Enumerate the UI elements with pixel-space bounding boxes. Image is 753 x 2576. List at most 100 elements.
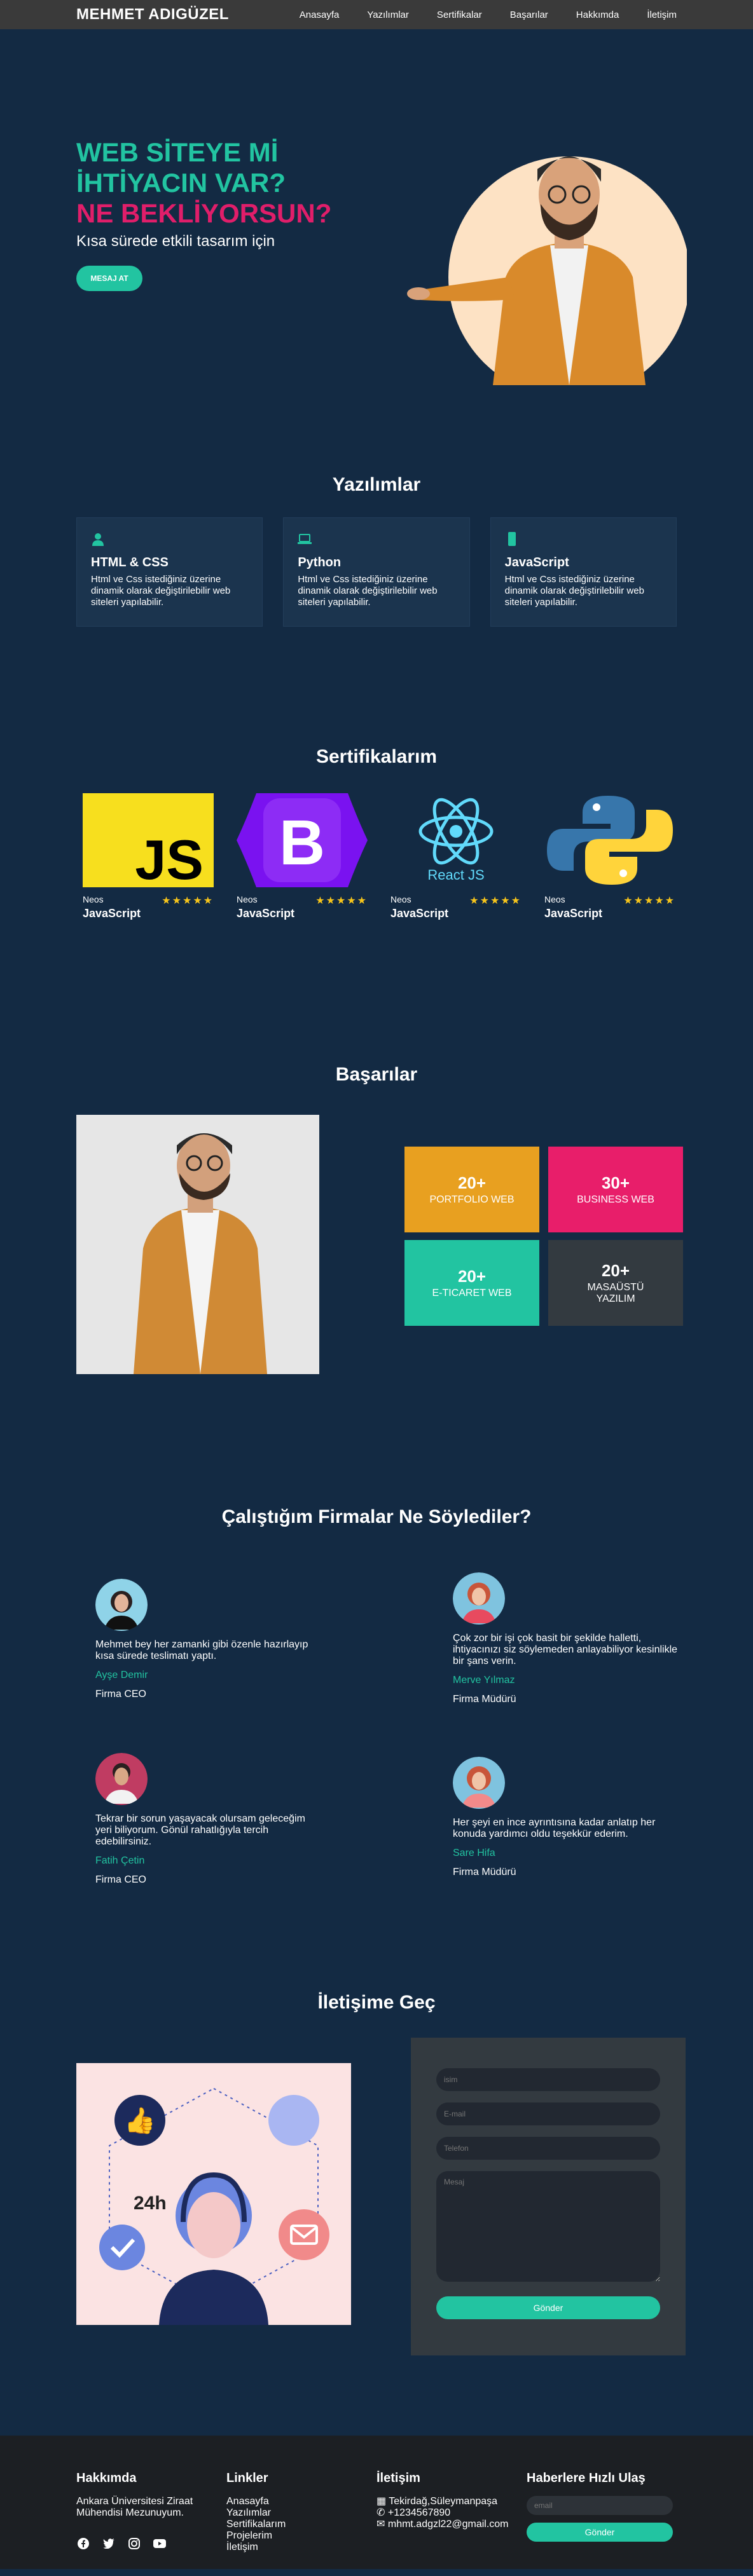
software-card-javascript[interactable]: JavaScript Html ve Css istediğiniz üzeri… (490, 517, 677, 627)
achievements-content: 20+ PORTFOLIO WEB 30+ BUSINESS WEB 20+ E… (0, 1115, 753, 1382)
achievement-desktop: 20+ MASAÜSTÜ YAZILIM (548, 1240, 683, 1326)
certificate-issuer: Neos (83, 894, 104, 904)
hero-headline-3: NE BEKLİYORSUN? (76, 198, 332, 228)
nav-link-hakkimda[interactable]: Hakkımda (576, 10, 619, 20)
testimonial-role: Firma Müdürü (453, 1694, 516, 1705)
rating-stars: ★★★★★ (162, 896, 214, 906)
hero-person-image (407, 156, 687, 385)
testimonials-title: Çalıştığım Firmalar Ne Söylediler? (221, 1506, 532, 1527)
nav-link-sertifikalar[interactable]: Sertifikalar (437, 10, 482, 20)
footer: Hakkımda Ankara Üniversitesi Ziraat Mühe… (0, 2436, 753, 2569)
testimonials-grid: Mehmet bey her zamanki gibi özenle hazır… (0, 1553, 753, 1909)
testimonial-card: Çok zor bir işi çok basit bir şekilde ha… (453, 1572, 682, 1705)
rating-stars: ★★★★★ (623, 896, 675, 906)
certificates-title: Sertifikalarım (315, 746, 438, 767)
footer-link-sertifikalarim[interactable]: Sertifikalarım (226, 2519, 376, 2530)
testimonial-role: Firma Müdürü (453, 1867, 516, 1877)
youtube-icon[interactable] (153, 2537, 167, 2551)
avatar (453, 1757, 505, 1809)
card-title: HTML & CSS (91, 555, 169, 569)
footer-phone: ✆ +1234567890 (376, 2507, 451, 2518)
newsletter-email-input[interactable] (527, 2496, 673, 2515)
footer-contact-title: İletişim (376, 2471, 420, 2485)
svg-text:B: B (279, 807, 325, 878)
testimonial-name: Sare Hifa (453, 1848, 495, 1858)
certificate-card[interactable]: React JS Neos ★★★★★ JavaScript (390, 793, 522, 920)
footer-newsletter-title: Haberlere Hızlı Ulaş (527, 2471, 646, 2485)
newsletter-send-button[interactable]: Gönder (527, 2523, 673, 2542)
footer-link-anasayfa[interactable]: Anasayfa (226, 2496, 376, 2507)
footer-about: Hakkımda Ankara Üniversitesi Ziraat Mühe… (76, 2471, 226, 2569)
footer-link-yazilimlar[interactable]: Yazılımlar (226, 2507, 376, 2519)
software-cards: HTML & CSS Html ve Css istediğiniz üzeri… (76, 517, 677, 627)
thinking-person-image (76, 1115, 319, 1374)
phone-field[interactable] (436, 2137, 660, 2160)
bootstrap-logo: B (237, 793, 368, 887)
testimonials-section: Çalıştığım Firmalar Ne Söylediler? Mehme… (0, 1506, 753, 1909)
nav-link-iletisim[interactable]: İletişim (647, 10, 677, 20)
phone-icon: ✆ (376, 2507, 385, 2518)
brand-logo[interactable]: MEHMET ADIGÜZEL (76, 6, 229, 24)
testimonial-role: Firma CEO (95, 1689, 146, 1700)
name-field[interactable] (436, 2068, 660, 2091)
certificate-card[interactable]: B Neos ★★★★★ JavaScript (237, 793, 368, 920)
footer-email: ✉ mhmt.adgzl22@gmail.com (376, 2519, 509, 2530)
twitter-icon[interactable] (102, 2537, 116, 2551)
certificate-card[interactable]: Neos ★★★★★ JavaScript (544, 793, 675, 920)
contact-form: Gönder (411, 2038, 686, 2355)
footer-contact: İletişim ▦ Tekirdağ,Süleymanpaşa ✆ +1234… (376, 2471, 527, 2569)
user-icon (92, 533, 104, 546)
social-links (76, 2537, 226, 2551)
building-icon: ▦ (376, 2496, 387, 2507)
nav-link-yazilimlar[interactable]: Yazılımlar (367, 10, 409, 20)
message-field[interactable] (436, 2171, 660, 2282)
card-title: Python (298, 555, 342, 569)
avatar (453, 1572, 505, 1625)
javascript-logo: JS (83, 793, 214, 891)
envelope-icon: ✉ (376, 2519, 385, 2530)
testimonial-name: Ayşe Demir (95, 1670, 148, 1680)
hero-headline-1: WEB SİTEYE Mİ (76, 137, 279, 167)
laptop-icon (298, 534, 312, 544)
testimonial-text: Çok zor bir işi çok basit bir şekilde ha… (453, 1633, 678, 1666)
certificates-list: JS Neos ★★★★★ JavaScript B Neos ★★★★★ Java… (0, 793, 753, 920)
testimonial-name: Fatih Çetin (95, 1855, 145, 1866)
footer-link-iletisim[interactable]: İletişim (226, 2542, 376, 2553)
certificate-issuer: Neos (237, 894, 258, 904)
certificate-card[interactable]: JS Neos ★★★★★ JavaScript (83, 793, 214, 920)
support-illustration: 👍 24h (76, 2063, 351, 2325)
avatar (95, 1753, 148, 1805)
hero-text: WEB SİTEYE Mİ İHTİYACIN VAR? NE BEKLİYOR… (76, 137, 331, 291)
hero-headline-2: İHTİYACIN VAR? (76, 168, 286, 198)
certificate-issuer: Neos (390, 894, 411, 904)
achievements-title: Başarılar (335, 1064, 418, 1085)
testimonial-card: Her şeyi en ince ayrıntısına kadar anlat… (453, 1757, 682, 1878)
footer-link-projelerim[interactable]: Projelerim (226, 2530, 376, 2542)
footer-links-title: Linkler (226, 2471, 268, 2485)
python-logo (547, 796, 673, 885)
footer-about-text: Ankara Üniversitesi Ziraat Mühendisi Mez… (76, 2496, 193, 2518)
footer-about-title: Hakkımda (76, 2471, 137, 2485)
send-button[interactable]: Gönder (436, 2296, 660, 2319)
facebook-icon[interactable] (76, 2537, 90, 2551)
email-field[interactable] (436, 2102, 660, 2125)
hero-section: WEB SİTEYE Mİ İHTİYACIN VAR? NE BEKLİYOR… (0, 29, 753, 474)
footer-address: ▦ Tekirdağ,Süleymanpaşa (376, 2496, 498, 2507)
testimonial-name: Merve Yılmaz (453, 1675, 515, 1686)
message-button[interactable]: MESAJ AT (76, 266, 142, 291)
svg-text:React JS: React JS (427, 867, 484, 883)
testimonial-text: Mehmet bey her zamanki gibi özenle hazır… (95, 1639, 308, 1661)
nav-link-basarilar[interactable]: Başarılar (510, 10, 548, 20)
certificate-name: JavaScript (390, 907, 449, 920)
hero-subtitle: Kısa sürede etkili tasarım için (76, 233, 275, 250)
certificate-name: JavaScript (544, 907, 603, 920)
software-card-html-css[interactable]: HTML & CSS Html ve Css istediğiniz üzeri… (76, 517, 263, 627)
instagram-icon[interactable] (127, 2537, 141, 2551)
rating-stars: ★★★★★ (315, 896, 368, 906)
software-title: Yazılımlar (332, 474, 421, 495)
software-card-python[interactable]: Python Html ve Css istediğiniz üzerine d… (283, 517, 470, 627)
certificate-issuer: Neos (544, 894, 565, 904)
nav-links: Anasayfa Yazılımlar Sertifikalar Başarıl… (300, 10, 677, 20)
nav-link-anasayfa[interactable]: Anasayfa (300, 10, 340, 20)
svg-text:JS: JS (135, 828, 204, 887)
